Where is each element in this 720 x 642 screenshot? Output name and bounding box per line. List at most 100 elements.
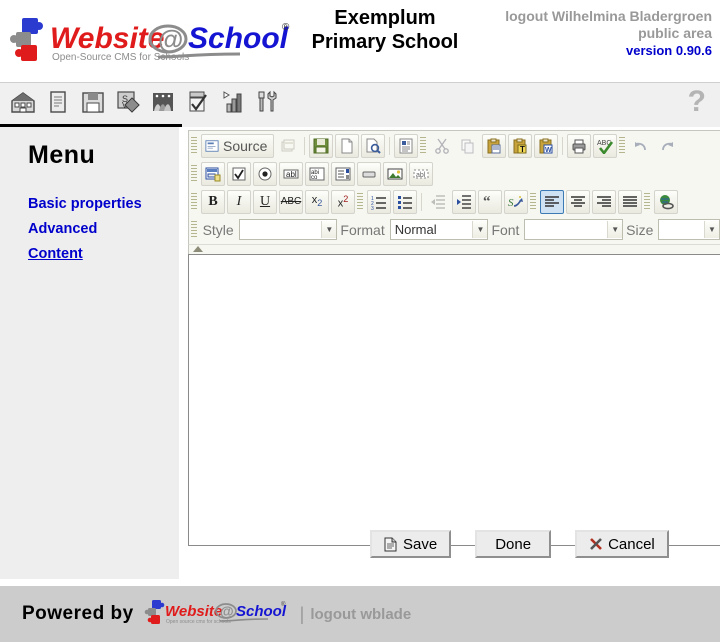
copy-icon[interactable]: [456, 134, 480, 158]
tools-icon[interactable]: [253, 85, 283, 119]
svg-text:T: T: [520, 145, 525, 154]
justify-icon[interactable]: [618, 189, 642, 214]
tasks-icon[interactable]: [183, 85, 213, 119]
print-icon[interactable]: [567, 133, 592, 158]
link-icon[interactable]: [654, 189, 678, 214]
source-button[interactable]: Source: [201, 133, 275, 158]
toolbar-grip[interactable]: [644, 192, 650, 211]
text-field-icon[interactable]: abl: [279, 161, 303, 186]
selection-field-icon[interactable]: [331, 161, 355, 186]
collapse-triangle-icon[interactable]: [193, 246, 203, 252]
style-label: Style: [202, 221, 234, 238]
align-center-icon[interactable]: [566, 189, 590, 214]
editor-toolbar: Source T W ABC abl abi co abl B I U ABC …: [188, 130, 720, 244]
page-body: Menu Basic properties Advanced Content S…: [0, 127, 720, 579]
image-button-icon[interactable]: [383, 161, 407, 186]
redo-icon[interactable]: [655, 134, 679, 158]
modules-icon[interactable]: SV: [113, 85, 143, 119]
size-label: Size: [626, 221, 654, 238]
document-properties-icon[interactable]: [394, 133, 419, 158]
footer-separator: |: [299, 603, 305, 624]
svg-text:@: @: [220, 603, 234, 619]
bulleted-list-icon[interactable]: [393, 189, 417, 214]
cancel-button[interactable]: Cancel: [575, 530, 669, 558]
radio-button-icon[interactable]: [253, 161, 277, 186]
svg-text:@: @: [158, 24, 183, 54]
spellcheck-icon[interactable]: ABC: [593, 133, 618, 158]
form-icon[interactable]: [201, 161, 225, 186]
blockquote-icon[interactable]: “: [478, 189, 502, 214]
statistics-icon[interactable]: [218, 85, 248, 119]
editor-body[interactable]: [189, 255, 720, 545]
font-label: Font: [491, 221, 520, 238]
remove-format-icon[interactable]: S: [504, 189, 528, 214]
sidebar-link-content[interactable]: Content: [28, 246, 83, 262]
size-select[interactable]: ▼: [658, 219, 720, 240]
toolbar-grip[interactable]: [420, 136, 427, 155]
footer-logout-link[interactable]: logout wblade: [310, 606, 411, 623]
sidebar-item-advanced[interactable]: Advanced: [28, 221, 179, 237]
save-disk-icon[interactable]: [78, 85, 108, 119]
align-right-icon[interactable]: [592, 189, 616, 214]
main-toolbar: SV ?: [0, 82, 720, 127]
save-icon[interactable]: [309, 133, 334, 158]
school-icon[interactable]: [8, 85, 38, 119]
paste-text-icon[interactable]: T: [508, 133, 533, 158]
underline-icon[interactable]: U: [253, 189, 277, 214]
format-select[interactable]: Normal ▼: [389, 219, 489, 240]
toolbar-separator: [421, 192, 422, 211]
textarea-icon[interactable]: abi co: [305, 161, 329, 186]
checkbox-icon[interactable]: [227, 161, 251, 186]
school-title-line2: Primary School: [311, 31, 459, 53]
bold-icon[interactable]: B: [201, 189, 225, 214]
save-button[interactable]: Save: [370, 530, 452, 558]
svg-text:School: School: [236, 603, 287, 620]
help-icon[interactable]: ?: [688, 87, 706, 117]
pages-icon[interactable]: [43, 85, 73, 119]
strikethrough-icon[interactable]: ABC: [279, 189, 303, 214]
font-select[interactable]: ▼: [524, 219, 624, 240]
align-left-icon[interactable]: [540, 189, 564, 214]
superscript-icon[interactable]: x2: [331, 189, 355, 214]
format-select-value: Normal: [394, 222, 437, 237]
users-icon[interactable]: [148, 85, 178, 119]
preview-icon[interactable]: [361, 133, 386, 158]
subscript-icon[interactable]: x2: [305, 189, 329, 214]
toolbar-grip[interactable]: [191, 192, 197, 211]
undo-icon[interactable]: [629, 134, 653, 158]
sidebar-link-basic-properties[interactable]: Basic properties: [28, 196, 142, 212]
new-page-icon[interactable]: [335, 133, 360, 158]
editor-content-area[interactable]: [188, 254, 720, 546]
sidebar-link-advanced[interactable]: Advanced: [28, 221, 97, 237]
numbered-list-icon[interactable]: 123: [367, 189, 391, 214]
decrease-indent-icon[interactable]: [426, 190, 450, 214]
cancel-button-label: Cancel: [608, 535, 655, 553]
save-button-label: Save: [403, 535, 438, 553]
svg-text:®: ®: [282, 22, 290, 33]
page-title: Menu: [28, 141, 96, 169]
done-button[interactable]: Done: [475, 530, 552, 558]
toolbar-separator: [304, 136, 306, 155]
button-icon[interactable]: [357, 161, 381, 186]
svg-text:“: “: [483, 194, 491, 210]
editor-toolbar-collapse-bar[interactable]: [188, 244, 720, 254]
sidebar-item-content[interactable]: Content: [28, 246, 179, 262]
toolbar-grip[interactable]: [191, 136, 197, 155]
templates-icon[interactable]: [276, 134, 300, 158]
sidebar-item-basic-properties[interactable]: Basic properties: [28, 196, 179, 212]
footer-website-at-school-logo: Website @ School ® Open source cms for s…: [144, 598, 292, 631]
italic-icon[interactable]: I: [227, 189, 251, 214]
cut-icon[interactable]: [430, 134, 454, 158]
paste-word-icon[interactable]: W: [534, 133, 559, 158]
hidden-field-icon[interactable]: abl: [409, 161, 433, 186]
toolbar-grip[interactable]: [530, 192, 536, 211]
increase-indent-icon[interactable]: [452, 189, 476, 214]
toolbar-grip[interactable]: [191, 164, 197, 183]
toolbar-grip[interactable]: [357, 192, 363, 211]
paste-icon[interactable]: [482, 133, 507, 158]
style-select[interactable]: ▼: [238, 219, 338, 240]
toolbar-grip[interactable]: [619, 136, 626, 155]
logout-user-link[interactable]: logout Wilhelmina Bladergroen: [505, 8, 712, 25]
done-button-label: Done: [495, 535, 532, 553]
toolbar-grip[interactable]: [191, 220, 197, 239]
